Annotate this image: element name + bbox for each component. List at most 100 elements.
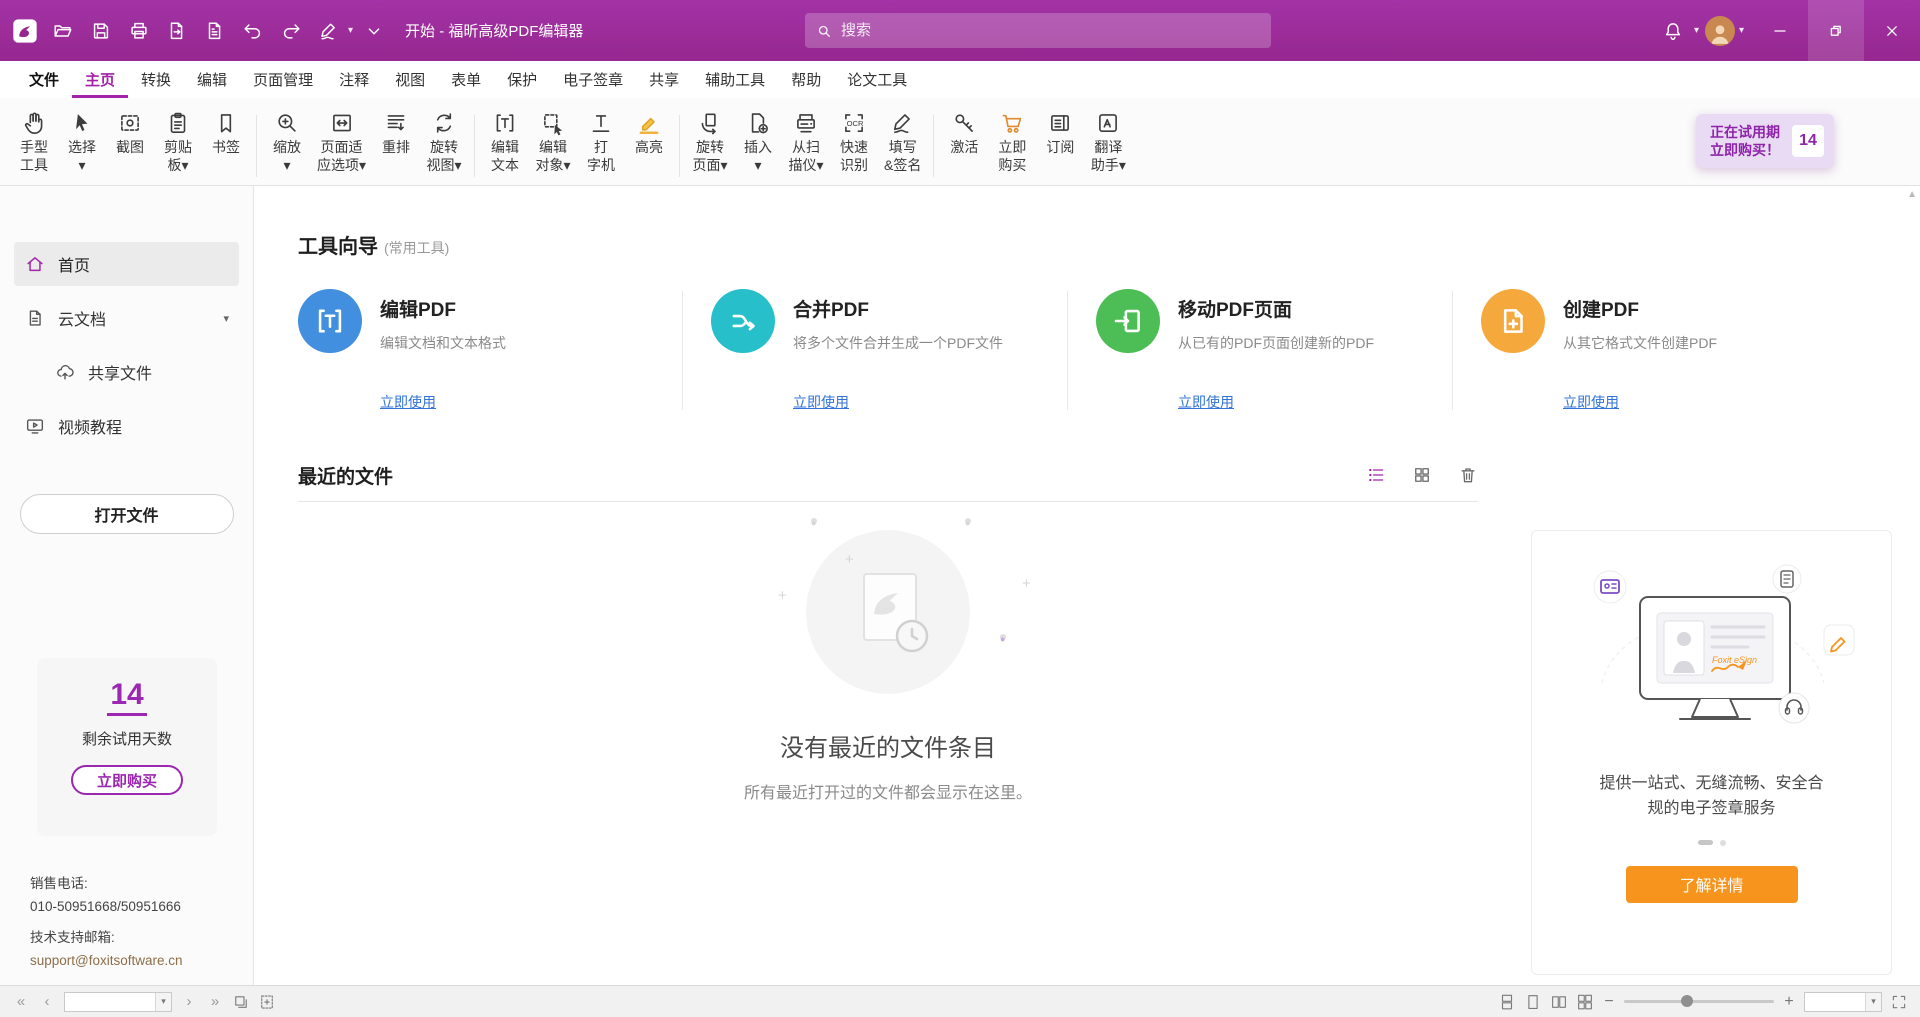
- pagination-dot[interactable]: [1720, 840, 1726, 846]
- facing-page-view-icon[interactable]: [1550, 993, 1568, 1011]
- scrollbar-up-arrow[interactable]: ▲: [1907, 189, 1917, 200]
- export-pdf-quick-button[interactable]: [160, 14, 194, 48]
- menu-paper-tools[interactable]: 论文工具: [834, 61, 920, 98]
- toolbar-button-fill-sign[interactable]: 填写 &签名: [878, 106, 927, 176]
- toolbar-button-rotate-pages[interactable]: 旋转 页面▾: [686, 106, 734, 176]
- save-quick-button[interactable]: [84, 14, 118, 48]
- toolbar-button-rotate-view[interactable]: 旋转 视图▾: [420, 106, 468, 176]
- zoom-level-input[interactable]: [1805, 993, 1865, 1011]
- minimize-button[interactable]: [1752, 0, 1808, 61]
- toolbar-button-activate[interactable]: 激活: [940, 106, 988, 158]
- open-file-button[interactable]: 打开文件: [20, 494, 234, 534]
- quick-sign-button[interactable]: [312, 14, 346, 48]
- trash-icon[interactable]: [1458, 465, 1478, 485]
- menu-esign[interactable]: 电子签章: [550, 61, 636, 98]
- card-merge-pdf[interactable]: 合并PDF 将多个文件合并生成一个PDF文件 立即使用: [683, 289, 1068, 412]
- toolbar-button-typewriter[interactable]: 打 字机: [577, 106, 625, 176]
- previous-page-button[interactable]: ‹: [38, 993, 56, 1010]
- pagination-dot-active[interactable]: [1698, 840, 1713, 845]
- close-button[interactable]: [1864, 0, 1920, 61]
- search-input[interactable]: [841, 22, 1261, 39]
- sidebar-item-home[interactable]: 首页: [14, 242, 239, 286]
- sidebar-item-video-tutorials[interactable]: 视频教程: [14, 404, 239, 448]
- chevron-down-icon[interactable]: ▾: [348, 25, 353, 36]
- create-from-file-quick-button[interactable]: [198, 14, 232, 48]
- print-quick-button[interactable]: [122, 14, 156, 48]
- card-edit-pdf[interactable]: 编辑PDF 编辑文档和文本格式 立即使用: [298, 289, 683, 412]
- use-now-link[interactable]: 立即使用: [1563, 392, 1619, 412]
- sidebar-item-cloud-docs[interactable]: 云文档 ▾: [14, 296, 239, 340]
- toolbar-button-buy-now[interactable]: 立即 购买: [988, 106, 1036, 176]
- toolbar-button-quick-ocr[interactable]: OCR 快速 识别: [830, 106, 878, 176]
- customize-toolbar-button[interactable]: [357, 14, 391, 48]
- trial-period-badge[interactable]: 正在试用期 立即购买！ 14: [1696, 114, 1834, 168]
- next-page-button[interactable]: ›: [180, 993, 198, 1010]
- toolbar-button-from-scanner[interactable]: 从扫 描仪▾: [782, 106, 830, 176]
- zoom-level-box[interactable]: ▾: [1804, 992, 1882, 1012]
- menu-page-management[interactable]: 页面管理: [240, 61, 326, 98]
- toolbar-button-hand-tool[interactable]: 手型 工具: [10, 106, 58, 176]
- avatar[interactable]: [1705, 16, 1735, 46]
- restore-button[interactable]: [1808, 0, 1864, 61]
- search-box[interactable]: [805, 13, 1271, 48]
- last-page-button[interactable]: »: [206, 993, 224, 1010]
- redo-button[interactable]: [274, 14, 308, 48]
- menu-share[interactable]: 共享: [636, 61, 692, 98]
- use-now-link[interactable]: 立即使用: [793, 392, 849, 412]
- facing-continuous-view-icon[interactable]: [1576, 993, 1594, 1011]
- learn-more-button[interactable]: 了解详情: [1626, 866, 1798, 903]
- menu-convert[interactable]: 转换: [128, 61, 184, 98]
- menu-form[interactable]: 表单: [438, 61, 494, 98]
- toolbar-button-highlight[interactable]: 高亮: [625, 106, 673, 158]
- toolbar-button-bookmark[interactable]: 书签: [202, 106, 250, 158]
- toolbar-button-zoom[interactable]: 缩放 ▾: [263, 106, 311, 176]
- page-thumbnail-icon[interactable]: [258, 993, 276, 1011]
- toolbar-button-insert[interactable]: 插入 ▾: [734, 106, 782, 176]
- support-email-address[interactable]: support@foxitsoftware.cn: [30, 950, 183, 973]
- continuous-page-view-icon[interactable]: [1498, 993, 1516, 1011]
- chevron-down-icon[interactable]: ▾: [1739, 25, 1744, 36]
- page-number-input[interactable]: [65, 993, 155, 1011]
- menu-view[interactable]: 视图: [382, 61, 438, 98]
- menu-protect[interactable]: 保护: [494, 61, 550, 98]
- toolbar-button-reflow[interactable]: 重排: [372, 106, 420, 158]
- toolbar-button-edit-object[interactable]: 编辑 对象▾: [529, 106, 577, 176]
- use-now-link[interactable]: 立即使用: [1178, 392, 1234, 412]
- page-copy-icon[interactable]: [232, 993, 250, 1011]
- undo-button[interactable]: [236, 14, 270, 48]
- card-create-pdf[interactable]: 创建PDF 从其它格式文件创建PDF 立即使用: [1453, 289, 1838, 412]
- zoom-slider[interactable]: [1624, 1000, 1774, 1003]
- buy-now-button[interactable]: 立即购买: [71, 765, 183, 795]
- single-page-view-icon[interactable]: [1524, 993, 1542, 1011]
- zoom-slider-thumb[interactable]: [1681, 995, 1693, 1007]
- menu-comment[interactable]: 注释: [326, 61, 382, 98]
- chevron-down-icon[interactable]: ▾: [1694, 25, 1699, 36]
- toolbar-button-fit-options[interactable]: 页面适 应选项▾: [311, 106, 372, 176]
- fullscreen-icon[interactable]: [1890, 993, 1908, 1011]
- menu-file[interactable]: 文件: [16, 61, 72, 98]
- toolbar-button-select[interactable]: 选择 ▾: [58, 106, 106, 176]
- use-now-link[interactable]: 立即使用: [380, 392, 436, 412]
- card-move-pdf-pages[interactable]: 移动PDF页面 从已有的PDF页面创建新的PDF 立即使用: [1068, 289, 1453, 412]
- menu-edit[interactable]: 编辑: [184, 61, 240, 98]
- toolbar-button-clipboard[interactable]: 剪贴 板▾: [154, 106, 202, 176]
- notifications-button[interactable]: [1656, 14, 1690, 48]
- grid-view-icon[interactable]: [1412, 465, 1432, 485]
- chevron-down-icon[interactable]: ▾: [223, 312, 229, 325]
- list-view-icon[interactable]: [1366, 465, 1386, 485]
- zoom-out-button[interactable]: −: [1602, 993, 1616, 1011]
- page-number-box[interactable]: ▾: [64, 992, 172, 1012]
- toolbar-button-snapshot[interactable]: 截图: [106, 106, 154, 158]
- toolbar-button-subscribe[interactable]: 订阅: [1036, 106, 1084, 158]
- toolbar-button-edit-text[interactable]: 编辑 文本: [481, 106, 529, 176]
- first-page-button[interactable]: «: [12, 993, 30, 1010]
- toolbar-button-translate-assistant[interactable]: 翻译 助手▾: [1084, 106, 1132, 176]
- zoom-in-button[interactable]: +: [1782, 993, 1796, 1011]
- chevron-down-icon[interactable]: ▾: [1865, 993, 1881, 1011]
- menu-home[interactable]: 主页: [72, 61, 128, 98]
- open-file-quick-button[interactable]: [46, 14, 80, 48]
- menu-accessibility[interactable]: 辅助工具: [692, 61, 778, 98]
- menu-help[interactable]: 帮助: [778, 61, 834, 98]
- sidebar-item-shared-files[interactable]: 共享文件: [14, 350, 239, 394]
- chevron-down-icon[interactable]: ▾: [155, 993, 171, 1011]
